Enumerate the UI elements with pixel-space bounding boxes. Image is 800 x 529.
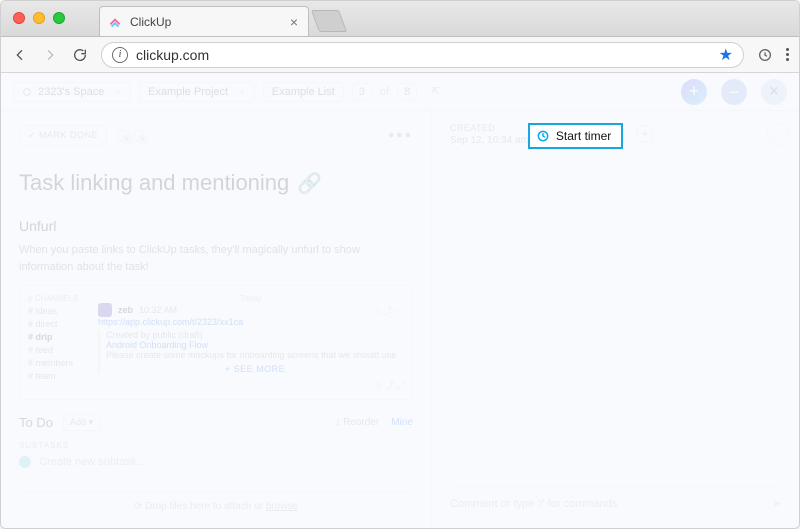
channel-item: team xyxy=(28,371,88,381)
unfurl-preview: CHANNELS ideas direct drip feed members … xyxy=(19,285,413,400)
comment-placeholder: Comment or type '/' for commands xyxy=(450,498,617,510)
new-subtask-input[interactable]: Create new subtask... xyxy=(19,456,413,468)
add-subtask-button[interactable]: Add ▾ xyxy=(63,414,100,431)
channel-item: ideas xyxy=(28,306,88,316)
embed-line: Created by public (draft) xyxy=(106,330,404,340)
dropzone-browse-link[interactable]: browse xyxy=(266,501,298,512)
mark-done-label: ✓ MARK DONE xyxy=(28,130,98,141)
close-window-icon[interactable] xyxy=(13,12,25,24)
of-label: of xyxy=(380,86,389,98)
mine-filter[interactable]: Mine xyxy=(391,417,413,428)
bookmark-star-icon[interactable]: ★ xyxy=(719,45,733,65)
channel-item: direct xyxy=(28,319,88,329)
today-label: Today xyxy=(98,294,404,303)
reorder-button[interactable]: ↕ Reorder xyxy=(335,417,379,428)
space-icon xyxy=(22,87,32,97)
task-title-text: Task linking and mentioning xyxy=(19,170,289,196)
breadcrumb-space-label: 2323's Space xyxy=(38,86,104,98)
maximize-window-icon[interactable] xyxy=(53,12,65,24)
embed-line: Please create some mockups for onboardin… xyxy=(106,350,404,360)
add-watcher-icon[interactable]: + xyxy=(636,125,654,143)
breadcrumb-project[interactable]: Example Project xyxy=(139,82,255,102)
todo-label: To Do xyxy=(19,415,53,430)
embed-url[interactable]: https://app.clickup.com/t/2323/xx1ca xyxy=(98,317,404,327)
task-activity: CREATED Sep 12, 10:34 am + Comment or ty… xyxy=(432,111,799,528)
clickup-topbar: 2323's Space Example Project Example Lis… xyxy=(1,73,799,111)
browser-window: ClickUp × i clickup.com ★ xyxy=(0,0,800,529)
todo-header: To Do Add ▾ ↕ Reorder Mine xyxy=(19,414,413,431)
tab-close-icon[interactable]: × xyxy=(290,15,298,29)
settings-circle-icon[interactable] xyxy=(767,123,789,145)
browser-menu-icon[interactable] xyxy=(786,48,789,61)
clockify-extension-icon[interactable] xyxy=(756,46,774,64)
browser-tab[interactable]: ClickUp × xyxy=(99,6,309,36)
task-more-icon[interactable]: ••• xyxy=(388,125,413,146)
task-index: 3 xyxy=(352,83,372,101)
embed-time: 10:32 AM xyxy=(139,305,177,315)
breadcrumb-list-label: Example List xyxy=(272,86,335,98)
breadcrumb-project-label: Example Project xyxy=(148,86,228,98)
fab-minimize-button[interactable]: – xyxy=(721,79,747,105)
comment-input[interactable]: Comment or type '/' for commands ➤ xyxy=(450,486,781,516)
start-timer-label: Start timer xyxy=(556,129,611,143)
task-total: 8 xyxy=(397,83,417,101)
task-details: ✓ MARK DONE + + ••• Task linking and men… xyxy=(1,111,432,528)
url-text: clickup.com xyxy=(136,47,209,63)
link-icon: 🔗 xyxy=(297,171,322,196)
see-more-link[interactable]: + SEE MORE xyxy=(106,364,404,374)
window-controls xyxy=(13,12,65,24)
forward-button[interactable] xyxy=(41,46,59,64)
address-bar[interactable]: i clickup.com ★ xyxy=(101,42,744,68)
reload-button[interactable] xyxy=(71,46,89,64)
channel-item: feed xyxy=(28,345,88,355)
fab-add-button[interactable]: + xyxy=(681,79,707,105)
task-title[interactable]: Task linking and mentioning 🔗 xyxy=(19,170,413,196)
embed-user: zeb xyxy=(118,305,133,315)
tab-title: ClickUp xyxy=(130,15,171,29)
minimize-window-icon[interactable] xyxy=(33,12,45,24)
attachment-dropzone[interactable]: ⟳ Drop files here to attach or browse xyxy=(19,492,413,520)
clickup-app: 2323's Space Example Project Example Lis… xyxy=(1,73,799,528)
tab-strip: ClickUp × xyxy=(99,1,343,36)
send-icon[interactable]: ➤ xyxy=(772,497,781,510)
app-viewport: 2323's Space Example Project Example Lis… xyxy=(1,73,799,528)
embed-channels: CHANNELS ideas direct drip feed members … xyxy=(28,294,88,391)
site-info-icon[interactable]: i xyxy=(112,47,128,63)
clickup-favicon-icon xyxy=(108,15,122,29)
clockify-icon xyxy=(536,129,550,143)
breadcrumb-list[interactable]: Example List xyxy=(263,82,344,102)
subtasks-label: SUBTASKS xyxy=(19,441,413,450)
start-timer-button[interactable]: Start timer xyxy=(528,123,623,149)
section-heading: Unfurl xyxy=(19,218,413,234)
breadcrumb-space[interactable]: 2323's Space xyxy=(13,82,131,102)
new-subtask-placeholder: Create new subtask... xyxy=(39,456,145,468)
browser-toolbar: i clickup.com ★ xyxy=(1,37,799,73)
titlebar: ClickUp × xyxy=(1,1,799,37)
channels-label: CHANNELS xyxy=(28,294,88,303)
embed-line: Android Onboarding Flow xyxy=(106,340,404,350)
back-button[interactable] xyxy=(11,46,29,64)
fab-close-button[interactable]: × xyxy=(761,79,787,105)
new-tab-button[interactable] xyxy=(311,10,347,32)
open-external-icon[interactable]: ⇱ xyxy=(431,85,440,98)
task-panel: ✓ MARK DONE + + ••• Task linking and men… xyxy=(1,111,799,528)
embed-message: Today zeb 10:32 AM ☆ ⤴ ⋯ https://app.cli… xyxy=(98,294,404,391)
section-body: When you paste links to ClickUp tasks, t… xyxy=(19,242,413,275)
task-toolbar: ✓ MARK DONE + + ••• xyxy=(19,125,413,146)
status-dot-icon xyxy=(19,456,31,468)
channel-item: drip xyxy=(28,332,88,342)
dropzone-text: ⟳ Drop files here to attach or xyxy=(134,501,266,512)
mark-done-button[interactable]: ✓ MARK DONE xyxy=(19,125,107,146)
channel-item: members xyxy=(28,358,88,368)
assignee-chips[interactable]: + + xyxy=(117,130,145,142)
avatar-icon xyxy=(98,303,112,317)
